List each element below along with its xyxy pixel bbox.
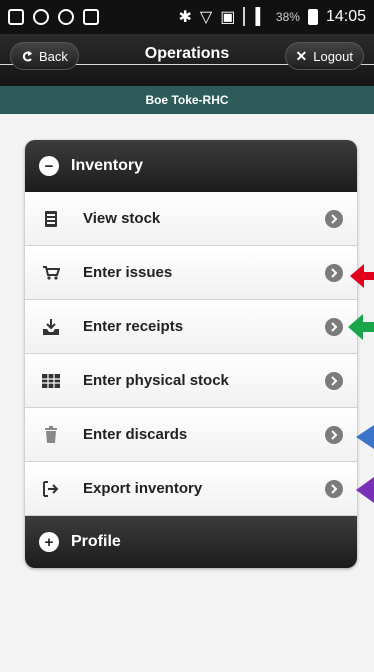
inventory-title: Inventory: [71, 157, 144, 174]
profile-title: Profile: [71, 533, 121, 550]
menu-item-enter-issues[interactable]: Enter issues: [25, 246, 357, 300]
menu-item-enter-receipts[interactable]: Enter receipts: [25, 300, 357, 354]
red-arrow-icon: [350, 264, 374, 288]
trash-icon: [41, 425, 61, 445]
bluetooth-icon: ✱: [178, 9, 192, 26]
operations-panel: − Inventory View stock Enter issues Ente…: [25, 140, 357, 568]
chevron-right-icon: [325, 317, 343, 336]
purple-arrow-icon: [356, 477, 374, 503]
blue-arrow-icon: [356, 425, 374, 449]
menu-item-view-stock[interactable]: View stock: [25, 192, 357, 246]
menu-item-label: Enter receipts: [83, 318, 184, 335]
chevron-right-icon: [325, 479, 343, 498]
logout-button[interactable]: ✕ Logout: [284, 42, 364, 70]
inbox-icon: [41, 317, 61, 337]
barcode-icon: [41, 209, 61, 229]
facility-name: Boe Toke-RHC: [0, 86, 374, 114]
gallery-icon: [8, 9, 24, 25]
menu-item-label: Enter issues: [83, 264, 173, 281]
sim-icon: ▣: [220, 9, 236, 26]
clock: 14:05: [325, 8, 366, 25]
menu-item-enter-discards[interactable]: Enter discards: [25, 408, 357, 462]
expand-icon: +: [39, 532, 59, 552]
close-icon: ✕: [295, 47, 308, 64]
chat-icon: [58, 9, 74, 25]
status-bar: ✱ ▽ ▣ ▏▍ 38% 14:05: [0, 0, 374, 34]
logout-label: Logout: [313, 48, 353, 64]
collapse-icon: −: [39, 156, 59, 176]
cloud-icon: [33, 9, 49, 25]
clipboard-icon: [83, 9, 99, 25]
chevron-right-icon: [325, 263, 343, 282]
chevron-right-icon: [325, 425, 343, 444]
menu-item-label: Enter discards: [83, 426, 188, 443]
menu-item-enter-physical-stock[interactable]: Enter physical stock: [25, 354, 357, 408]
green-arrow-icon: [348, 314, 374, 340]
chevron-right-icon: [325, 371, 343, 390]
battery-icon: [307, 9, 318, 25]
menu-item-label: Enter physical stock: [83, 372, 229, 389]
inventory-section-header[interactable]: − Inventory: [25, 140, 357, 192]
signal-icon: ▏▍: [243, 9, 268, 26]
wifi-icon: ▽: [199, 9, 213, 26]
profile-section-header[interactable]: + Profile: [25, 516, 357, 568]
grid-icon: [41, 371, 61, 391]
export-icon: [41, 479, 61, 499]
menu-item-export-inventory[interactable]: Export inventory: [25, 462, 357, 516]
cart-icon: [41, 263, 61, 283]
app-header: Back Operations ✕ Logout: [0, 34, 374, 86]
battery-percent: 38%: [275, 10, 300, 24]
chevron-right-icon: [325, 209, 343, 228]
menu-item-label: View stock: [83, 210, 161, 227]
menu-item-label: Export inventory: [83, 480, 203, 497]
